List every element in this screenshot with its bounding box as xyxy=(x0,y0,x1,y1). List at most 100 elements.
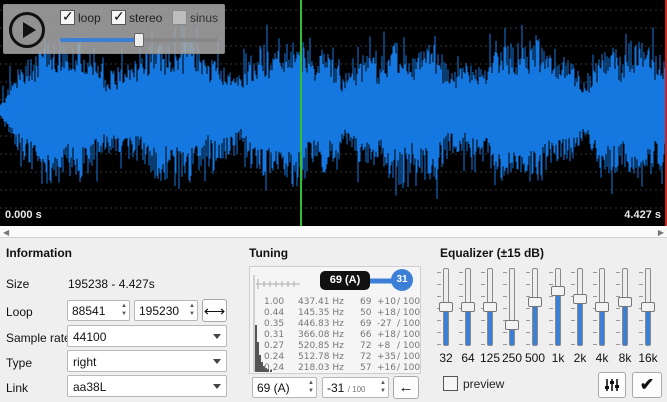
arrow-left-icon: ← xyxy=(398,379,414,396)
tuning-note: 69 xyxy=(360,319,372,329)
eq-tick xyxy=(481,320,485,321)
eq-tick xyxy=(571,320,575,321)
eq-slider-thumb[interactable] xyxy=(505,320,519,330)
tuning-weight: 0.24 xyxy=(264,352,285,362)
eq-tick xyxy=(481,332,485,333)
loop-range-label: Loop xyxy=(6,305,33,319)
eq-tick xyxy=(437,320,441,321)
tuning-cents: -27 xyxy=(377,319,392,329)
eq-slider-thumb[interactable] xyxy=(641,302,655,312)
tuning-cents: +35 xyxy=(377,352,396,362)
equalizer-sliders-icon xyxy=(605,379,619,391)
start-time-label: 0.000 s xyxy=(5,209,42,221)
equalizer-settings-button[interactable] xyxy=(598,372,626,398)
eq-slider-8k[interactable] xyxy=(622,268,628,346)
type-select[interactable]: right xyxy=(67,350,227,372)
eq-tick xyxy=(503,308,507,309)
waveform-view[interactable]: 0.000 s 4.427 s loop stereo sinus xyxy=(0,0,667,226)
loop-end-value: 195230 xyxy=(139,304,180,318)
eq-slider-thumb[interactable] xyxy=(595,302,609,312)
eq-band-label: 16k xyxy=(638,351,658,365)
eq-tick xyxy=(503,296,507,297)
loop-checkbox[interactable]: loop xyxy=(60,8,101,25)
tuning-cents-scale: / 100 xyxy=(397,297,421,307)
tuning-cents: +16 xyxy=(377,363,396,373)
eq-tick xyxy=(459,332,463,333)
eq-tick xyxy=(459,320,463,321)
link-value: aa38L xyxy=(73,380,107,394)
loop-start-input[interactable]: 88541 ▲ ▼ xyxy=(67,300,130,321)
eq-tick xyxy=(526,272,530,273)
tuning-weight: 0.27 xyxy=(264,341,285,351)
eq-tick xyxy=(639,332,643,333)
sample-rate-select[interactable]: 44100 xyxy=(67,325,227,347)
cents-stepper[interactable]: ▲ ▼ xyxy=(380,379,386,395)
size-value: 195238 - 4.427s xyxy=(68,277,155,291)
tuning-weight: 1.00 xyxy=(264,297,285,307)
eq-slider-thumb[interactable] xyxy=(618,297,632,307)
sinus-check-box[interactable] xyxy=(172,10,187,25)
tuning-frequency: 437.41 Hz xyxy=(298,297,344,307)
note-stepper[interactable]: ▲ ▼ xyxy=(308,379,314,395)
eq-slider-500[interactable] xyxy=(532,268,538,346)
eq-slider-250[interactable] xyxy=(509,268,515,346)
eq-tick xyxy=(549,296,553,297)
tuning-cents-scale: / 100 xyxy=(397,308,421,318)
volume-slider[interactable] xyxy=(60,33,218,47)
playback-controls: loop stereo sinus xyxy=(3,4,225,54)
horizontal-scrollbar[interactable]: ◀ ▶ xyxy=(0,226,667,238)
eq-tick xyxy=(503,284,507,285)
eq-slider-thumb[interactable] xyxy=(573,294,587,304)
eq-tick xyxy=(593,296,597,297)
link-label: Link xyxy=(6,381,29,395)
eq-slider-2k[interactable] xyxy=(577,268,583,346)
scroll-left-icon[interactable]: ◀ xyxy=(3,228,9,237)
loop-check-box[interactable] xyxy=(60,8,75,25)
eq-tick xyxy=(526,332,530,333)
preview-check-box[interactable] xyxy=(443,376,458,391)
play-icon[interactable] xyxy=(9,12,45,48)
volume-slider-thumb[interactable] xyxy=(134,33,144,47)
link-select[interactable]: aa38L xyxy=(67,375,227,397)
information-title: Information xyxy=(6,246,72,260)
eq-tick xyxy=(639,344,643,345)
loop-label: loop xyxy=(78,10,101,25)
note-input[interactable]: 69 (A) ▲ ▼ xyxy=(252,377,317,398)
eq-slider-thumb[interactable] xyxy=(439,302,453,312)
eq-tick xyxy=(616,272,620,273)
eq-slider-thumb[interactable] xyxy=(528,297,542,307)
eq-tick xyxy=(526,284,530,285)
scroll-right-icon[interactable]: ▶ xyxy=(658,228,664,237)
tuning-knob[interactable]: 31 xyxy=(391,269,413,291)
eq-slider-thumb[interactable] xyxy=(483,302,497,312)
cents-input[interactable]: -31 / 100 ▲ ▼ xyxy=(322,377,389,398)
eq-tick xyxy=(571,344,575,345)
sinus-checkbox[interactable]: sinus xyxy=(172,10,218,25)
eq-tick xyxy=(616,332,620,333)
eq-tick xyxy=(593,320,597,321)
loop-end-input[interactable]: 195230 ▲ ▼ xyxy=(134,300,198,321)
loop-reset-button[interactable]: ⟷ xyxy=(202,299,227,322)
tuning-weight: 0.24 xyxy=(264,363,285,373)
stereo-check-box[interactable] xyxy=(111,8,126,25)
loop-end-stepper[interactable]: ▲ ▼ xyxy=(189,302,195,318)
stereo-checkbox[interactable]: stereo xyxy=(111,8,163,25)
eq-slider-fill xyxy=(578,298,582,345)
eq-tick xyxy=(526,344,530,345)
eq-tick xyxy=(437,344,441,345)
stereo-label: stereo xyxy=(129,10,163,25)
eq-slider-thumb[interactable] xyxy=(551,286,565,296)
eq-slider-thumb[interactable] xyxy=(461,302,475,312)
tuning-weight: 0.31 xyxy=(264,330,285,340)
size-label: Size xyxy=(6,277,30,291)
tuning-cents-scale: / 100 xyxy=(397,341,421,351)
preview-checkbox[interactable]: preview xyxy=(443,376,504,391)
eq-tick xyxy=(549,272,553,273)
eq-tick xyxy=(616,308,620,309)
eq-slider-1k[interactable] xyxy=(555,268,561,346)
equalizer-apply-button[interactable]: ✔ xyxy=(632,372,662,398)
loop-start-stepper[interactable]: ▲ ▼ xyxy=(121,302,127,318)
eq-slider-fill xyxy=(623,301,627,345)
apply-tuning-button[interactable]: ← xyxy=(393,376,419,399)
eq-tick xyxy=(549,320,553,321)
